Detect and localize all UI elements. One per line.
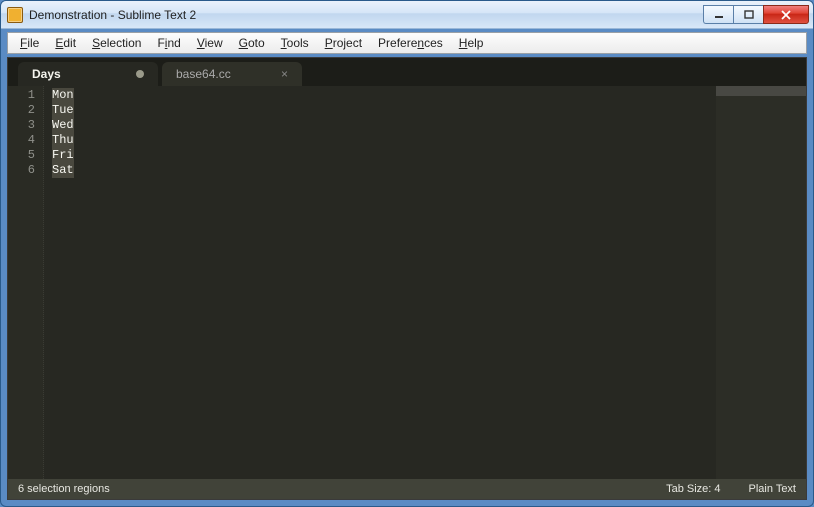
client-area: Days base64.cc × 1 2 3 4 5 6 Mon Tue Wed…	[7, 57, 807, 500]
tab-label: Days	[32, 67, 61, 81]
line-number: 2	[8, 103, 35, 118]
window-title: Demonstration - Sublime Text 2	[29, 8, 703, 22]
menu-file[interactable]: File	[12, 34, 47, 52]
tab-bar: Days base64.cc ×	[8, 58, 806, 86]
minimap[interactable]	[716, 86, 806, 479]
menu-find[interactable]: Find	[149, 34, 188, 52]
line-number: 3	[8, 118, 35, 133]
tab-base64[interactable]: base64.cc ×	[162, 62, 302, 86]
menu-goto[interactable]: Goto	[231, 34, 273, 52]
status-syntax[interactable]: Plain Text	[735, 483, 797, 495]
dirty-indicator-icon	[136, 70, 144, 78]
tab-days[interactable]: Days	[18, 62, 158, 86]
menu-selection[interactable]: Selection	[84, 34, 149, 52]
menu-help[interactable]: Help	[451, 34, 492, 52]
line-number: 5	[8, 148, 35, 163]
line-number-gutter: 1 2 3 4 5 6	[8, 86, 44, 479]
line-number: 4	[8, 133, 35, 148]
line-number: 1	[8, 88, 35, 103]
app-icon	[7, 7, 23, 23]
menu-preferences[interactable]: Preferences	[370, 34, 451, 52]
menu-view[interactable]: View	[189, 34, 231, 52]
code-area[interactable]: Mon Tue Wed Thu Fri Sat	[44, 86, 716, 479]
status-selection: 6 selection regions	[18, 483, 124, 495]
minimize-button[interactable]	[703, 5, 733, 24]
code-line: Thu	[52, 133, 716, 148]
close-button[interactable]	[763, 5, 809, 24]
window-buttons	[703, 5, 809, 24]
status-tabsize[interactable]: Tab Size: 4	[652, 483, 734, 495]
menu-edit[interactable]: Edit	[47, 34, 84, 52]
window-titlebar: Demonstration - Sublime Text 2	[1, 1, 813, 29]
menu-project[interactable]: Project	[317, 34, 370, 52]
maximize-button[interactable]	[733, 5, 763, 24]
status-bar: 6 selection regions Tab Size: 4 Plain Te…	[8, 479, 806, 499]
menubar: File Edit Selection Find View Goto Tools…	[7, 32, 807, 54]
tab-close-icon[interactable]: ×	[281, 68, 288, 80]
code-line: Wed	[52, 118, 716, 133]
line-number: 6	[8, 163, 35, 178]
minimap-viewport[interactable]	[716, 86, 806, 96]
code-line: Fri	[52, 148, 716, 163]
editor[interactable]: 1 2 3 4 5 6 Mon Tue Wed Thu Fri Sat	[8, 86, 806, 479]
code-line: Sat	[52, 163, 716, 178]
code-line: Tue	[52, 103, 716, 118]
tab-label: base64.cc	[176, 67, 231, 81]
code-line: Mon	[52, 88, 716, 103]
menu-tools[interactable]: Tools	[273, 34, 317, 52]
